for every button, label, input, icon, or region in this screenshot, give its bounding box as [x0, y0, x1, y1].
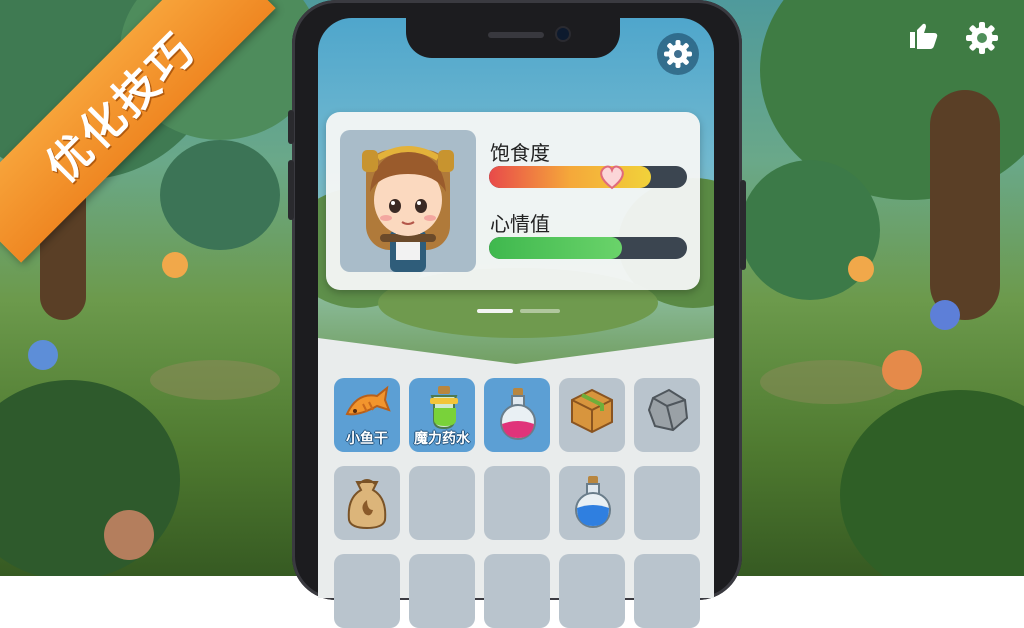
green-potion-icon: [430, 386, 458, 430]
inventory-slot[interactable]: [559, 466, 625, 540]
satiety-label: 饱食度: [490, 141, 550, 165]
inventory-slot[interactable]: [634, 378, 700, 452]
inventory-slot[interactable]: 小鱼干: [334, 378, 400, 452]
inventory-slot[interactable]: [334, 554, 400, 628]
inventory-slot[interactable]: [484, 554, 550, 628]
fish-icon: [345, 385, 391, 416]
blue-potion-icon: [575, 476, 611, 528]
inventory-slot-empty[interactable]: [484, 466, 550, 540]
girl-character-portrait: [362, 146, 454, 272]
phone-side-button: [740, 180, 746, 270]
inventory-slot[interactable]: [484, 378, 550, 452]
settings-button[interactable]: [657, 33, 699, 75]
gear-icon: [664, 40, 692, 68]
inventory-slot[interactable]: [334, 466, 400, 540]
mood-label: 心情值: [490, 212, 550, 236]
page-indicator-dot[interactable]: [520, 309, 560, 313]
front-camera: [557, 28, 569, 40]
mood-bar: [489, 237, 687, 259]
page-indicator-active[interactable]: [477, 309, 513, 313]
speaker-grille: [488, 32, 544, 38]
heart-icon: [600, 165, 624, 190]
inventory-slot[interactable]: [559, 378, 625, 452]
inventory-slot[interactable]: [409, 554, 475, 628]
inventory-slot[interactable]: [559, 554, 625, 628]
slot-label: 魔力药水: [414, 431, 470, 447]
seed-bag-icon: [347, 479, 387, 530]
phone-side-button: [288, 110, 294, 144]
satiety-bar: [489, 166, 687, 188]
slot-label: 小鱼干: [346, 431, 388, 447]
wooden-crate-icon: [571, 388, 613, 434]
mood-bar-fill: [489, 237, 622, 259]
character-avatar[interactable]: [340, 130, 476, 272]
inventory-slot-empty[interactable]: [634, 466, 700, 540]
stone-icon: [647, 388, 689, 432]
gear-icon[interactable]: [964, 20, 1000, 56]
inventory-slot[interactable]: 魔力药水: [409, 378, 475, 452]
hand-icon[interactable]: [904, 20, 940, 56]
satiety-bar-fill: [489, 166, 652, 188]
inventory-slot-empty[interactable]: [409, 466, 475, 540]
phone-side-button: [288, 160, 294, 220]
inventory-slot[interactable]: [634, 554, 700, 628]
pink-potion-icon: [500, 388, 536, 440]
